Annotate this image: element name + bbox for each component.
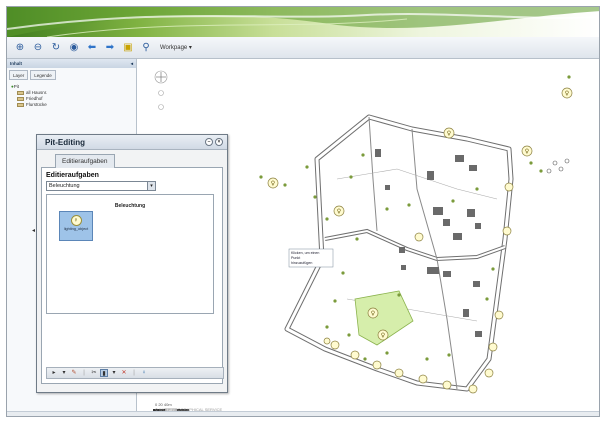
dialog-title: Pit-Editing xyxy=(45,138,85,147)
tab-editieraufgaben[interactable]: Editieraufgaben xyxy=(55,154,115,168)
parcel-line xyxy=(368,116,378,232)
separator-icon: | xyxy=(83,370,85,376)
svg-text:♀: ♀ xyxy=(565,90,569,97)
minimize-icon[interactable]: – xyxy=(205,138,213,146)
zoom-out-icon[interactable] xyxy=(158,104,164,110)
folder-icon xyxy=(17,97,24,101)
pencil-icon[interactable]: ✎ xyxy=(70,369,78,377)
tooltip-line: Klicken, um einen xyxy=(291,251,319,255)
play-icon[interactable]: ▸ xyxy=(50,369,58,377)
header-banner xyxy=(7,7,599,37)
svg-text:♀: ♀ xyxy=(371,310,375,317)
delete-icon[interactable]: ✕ xyxy=(120,369,128,377)
workspace-menu[interactable]: Workpage ▾ xyxy=(160,44,192,51)
zoom-out-icon[interactable]: ⊖ xyxy=(31,41,45,55)
dialog-tabs: Editieraufgaben xyxy=(41,154,223,168)
tree-item[interactable]: Flurstücke xyxy=(11,102,136,108)
close-icon[interactable]: × xyxy=(215,138,223,146)
svg-text:♀: ♀ xyxy=(337,208,341,215)
edit-toolbar: ▸ ▾ ✎ | ✂ ▮ ▾ ✕ | ♀ xyxy=(46,367,224,379)
lighting-object-template[interactable]: ♀ lighting_object xyxy=(59,211,93,241)
tooltip-line: Punkt xyxy=(291,256,300,260)
click-hint-tooltip: Klicken, um einen Punkt hinzuzufügen xyxy=(288,248,334,268)
collapse-icon[interactable]: ◂ xyxy=(131,59,133,68)
main-toolbar: ⊕ ⊖ ↻ ◉ ⬅ ➡ ▣ ⚲ Workpage ▾ xyxy=(7,37,599,59)
folder-icon xyxy=(17,103,24,107)
tooltip-line: hinzuzufügen xyxy=(291,261,312,265)
forward-arrow-icon[interactable]: ➡ xyxy=(103,41,117,55)
dialog-body: Editieraufgaben Beleuchtung ▾ Beleuchtun… xyxy=(41,168,224,384)
svg-text:♀: ♀ xyxy=(525,148,529,155)
dialog-controls: – × xyxy=(205,138,223,146)
cross-road xyxy=(324,228,506,262)
cut-icon[interactable]: ✂ xyxy=(90,369,98,377)
tab-layer[interactable]: Layer xyxy=(9,70,29,80)
banner-swoosh xyxy=(7,7,599,37)
content-panel-header: Inhalt ◂ xyxy=(7,59,136,68)
lightbulb-icon: ♀ xyxy=(70,215,82,226)
status-bar xyxy=(7,411,599,416)
select-tool-icon[interactable]: ▮ xyxy=(100,369,108,377)
trees xyxy=(259,75,571,361)
template-group-title: Beleuchtung xyxy=(114,203,146,209)
folder-icon xyxy=(17,91,24,95)
task-select[interactable]: Beleuchtung ▾ xyxy=(46,181,156,191)
dialog-header: Pit-Editing – × xyxy=(37,135,227,150)
task-select-value: Beleuchtung xyxy=(49,183,80,189)
pit-editing-dialog: Pit-Editing – × Editieraufgaben Editiera… xyxy=(36,134,228,393)
content-tabs: Layer Legende xyxy=(7,70,136,80)
panel-expand-icon[interactable]: ◂ xyxy=(32,227,35,234)
zoom-in-icon[interactable]: ⊕ xyxy=(13,41,27,55)
content-panel-title: Inhalt xyxy=(10,61,22,66)
pan-control-icon[interactable] xyxy=(154,70,168,84)
globe-icon[interactable]: ◉ xyxy=(67,41,81,55)
lightbulb-icon[interactable]: ♀ xyxy=(140,369,148,377)
svg-text:♀: ♀ xyxy=(271,180,275,187)
svg-text:♀: ♀ xyxy=(381,332,385,339)
lamp-markers[interactable]: ♀ ♀ ♀ ♀ ♀ ♀ ♀ xyxy=(267,87,573,394)
misc-markers xyxy=(546,158,570,174)
template-label: lighting_object xyxy=(63,227,89,231)
parcel-line xyxy=(436,258,458,390)
chevron-down-icon[interactable]: ▾ xyxy=(110,369,118,377)
chevron-down-icon[interactable]: ▾ xyxy=(147,182,155,190)
identify-icon[interactable]: ▣ xyxy=(121,41,135,55)
tab-legend[interactable]: Legende xyxy=(30,70,56,80)
task-caption: Editieraufgaben xyxy=(46,172,99,179)
refresh-icon[interactable]: ↻ xyxy=(49,41,63,55)
back-arrow-icon[interactable]: ⬅ xyxy=(85,41,99,55)
chevron-down-icon[interactable]: ▾ xyxy=(60,369,68,377)
measure-icon[interactable]: ⚲ xyxy=(139,41,153,55)
layer-tree: ●Pit all Hausnr. Friedhof Flurstücke xyxy=(7,84,136,108)
zoom-in-icon[interactable] xyxy=(158,90,164,96)
svg-text:♀: ♀ xyxy=(447,130,451,137)
separator-icon: | xyxy=(133,370,135,376)
feature-template-panel: Beleuchtung ♀ lighting_object xyxy=(46,194,214,314)
